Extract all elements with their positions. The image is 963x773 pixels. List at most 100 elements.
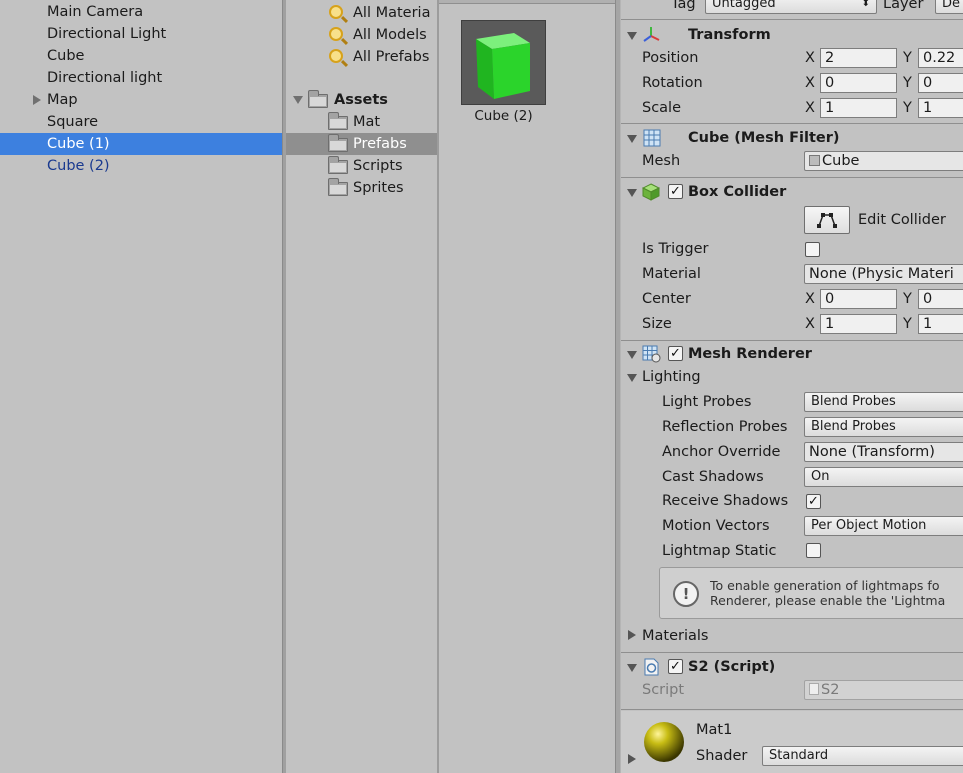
material-name: Mat1 <box>696 722 733 738</box>
folder-label: Assets <box>334 92 388 108</box>
lighting-label: Lighting <box>642 369 701 385</box>
rotation-label: Rotation <box>642 75 703 91</box>
lightmap-static-checkbox[interactable] <box>806 543 821 558</box>
folder-sprites[interactable]: Sprites <box>286 177 437 199</box>
folder-icon <box>328 156 348 174</box>
box-collider-enabled-checkbox[interactable]: ✓ <box>668 184 683 199</box>
hierarchy-item-label: Cube (2) <box>47 158 110 174</box>
center-label: Center <box>642 291 691 307</box>
mesh-field[interactable]: Cube <box>804 151 963 171</box>
folder-prefabs[interactable]: Prefabs <box>286 133 437 155</box>
script-file-icon <box>809 683 819 695</box>
collider-material-field[interactable]: None (Physic Materi <box>804 264 963 284</box>
expand-arrow-icon[interactable] <box>628 754 636 764</box>
mesh-renderer-enabled-checkbox[interactable]: ✓ <box>668 346 683 361</box>
layer-label: Layer <box>883 0 924 12</box>
grid-toolbar-edge <box>439 0 615 4</box>
script-label: Script <box>642 682 685 698</box>
cube-prefab-icon <box>476 33 530 99</box>
hierarchy-item-directional-light-2[interactable]: Directional light <box>0 67 282 89</box>
favorite-all-materials[interactable]: All Materia <box>286 2 437 24</box>
center-y-input[interactable]: 0 <box>918 289 963 309</box>
size-x-input[interactable]: 1 <box>820 314 897 334</box>
edit-collider-button[interactable] <box>804 206 850 234</box>
info-text-line1: To enable generation of lightmaps fo <box>710 578 940 593</box>
script-field: S2 <box>804 680 963 700</box>
position-y-input[interactable]: 0.22 <box>918 48 963 68</box>
foldout-arrow-icon[interactable] <box>627 32 637 40</box>
motion-vectors-label: Motion Vectors <box>662 518 770 534</box>
favorite-all-prefabs[interactable]: All Prefabs <box>286 46 437 68</box>
expand-arrow-icon[interactable] <box>33 95 41 105</box>
collapse-arrow-icon[interactable] <box>293 96 303 104</box>
receive-shadows-checkbox[interactable]: ✓ <box>806 494 821 509</box>
tag-value: Untagged <box>712 0 776 11</box>
tag-dropdown[interactable]: Untagged ⬍ <box>705 0 877 14</box>
size-y-input[interactable]: 1 <box>918 314 963 334</box>
rotation-y-input[interactable]: 0 <box>918 73 963 93</box>
hierarchy-item-directional-light[interactable]: Directional Light <box>0 23 282 45</box>
folder-icon <box>328 112 348 130</box>
folder-mat[interactable]: Mat <box>286 111 437 133</box>
size-label: Size <box>642 316 672 332</box>
scale-y-input[interactable]: 1 <box>918 98 963 118</box>
favorite-all-models[interactable]: All Models <box>286 24 437 46</box>
hierarchy-item-cube-1[interactable]: Cube (1) <box>0 133 282 155</box>
project-tree-panel: All Materia All Models All Prefabs Asset… <box>286 0 437 773</box>
material-preview <box>644 722 684 762</box>
hierarchy-item-cube[interactable]: Cube <box>0 45 282 67</box>
cast-shadows-label: Cast Shadows <box>662 469 764 485</box>
hierarchy-item-cube-2[interactable]: Cube (2) <box>0 155 282 177</box>
y-axis-label: Y <box>903 50 912 66</box>
light-probes-dropdown[interactable]: Blend Probes <box>804 392 963 412</box>
motion-vectors-dropdown[interactable]: Per Object Motion <box>804 516 963 536</box>
lightmap-static-label: Lightmap Static <box>662 543 777 559</box>
foldout-arrow-icon[interactable] <box>627 664 637 672</box>
receive-shadows-label: Receive Shadows <box>662 493 789 509</box>
shader-dropdown[interactable]: Standard <box>762 746 963 766</box>
mesh-filter-icon <box>643 129 661 147</box>
prefab-label: Cube (2) <box>474 108 533 124</box>
rotation-x-input[interactable]: 0 <box>820 73 897 93</box>
light-probes-label: Light Probes <box>662 394 752 410</box>
foldout-arrow-icon[interactable] <box>627 189 637 197</box>
layer-dropdown[interactable]: De <box>935 0 963 14</box>
script-enabled-checkbox[interactable]: ✓ <box>668 659 683 674</box>
hierarchy-item-map[interactable]: Map <box>0 89 282 111</box>
project-grid-panel: Cube (2) <box>439 0 615 773</box>
box-collider-icon <box>642 183 660 201</box>
inspector-panel: Tag Untagged ⬍ Layer De Transform Positi… <box>621 0 963 773</box>
scale-x-input[interactable]: 1 <box>820 98 897 118</box>
expand-arrow-icon[interactable] <box>628 630 636 640</box>
mesh-icon <box>809 155 820 166</box>
assets-folder[interactable]: Assets <box>286 89 437 111</box>
section-separator <box>621 340 963 341</box>
foldout-arrow-icon[interactable] <box>627 351 637 359</box>
anchor-override-field[interactable]: None (Transform) <box>804 442 963 462</box>
shader-label: Shader <box>696 748 748 764</box>
hierarchy-item-main-camera[interactable]: Main Camera <box>0 1 282 23</box>
y-axis-label: Y <box>903 100 912 116</box>
hierarchy-item-label: Cube <box>47 48 85 64</box>
hierarchy-item-label: Main Camera <box>47 4 144 20</box>
reflection-probes-dropdown[interactable]: Blend Probes <box>804 417 963 437</box>
search-icon <box>329 5 343 19</box>
center-x-input[interactable]: 0 <box>820 289 897 309</box>
hierarchy-item-square[interactable]: Square <box>0 111 282 133</box>
folder-icon <box>328 178 348 196</box>
is-trigger-checkbox[interactable] <box>805 242 820 257</box>
is-trigger-label: Is Trigger <box>642 241 709 257</box>
search-icon <box>329 49 343 63</box>
foldout-arrow-icon[interactable] <box>627 374 637 382</box>
edit-collider-label: Edit Collider <box>858 212 946 228</box>
x-axis-label: X <box>805 316 815 332</box>
position-x-input[interactable]: 2 <box>820 48 897 68</box>
folder-scripts[interactable]: Scripts <box>286 155 437 177</box>
prefab-thumbnail[interactable] <box>461 20 546 105</box>
mesh-value: Cube <box>822 153 860 169</box>
mesh-filter-title: Cube (Mesh Filter) <box>688 130 840 146</box>
foldout-arrow-icon[interactable] <box>627 135 637 143</box>
cast-shadows-dropdown[interactable]: On <box>804 467 963 487</box>
y-axis-label: Y <box>903 75 912 91</box>
collider-material-label: Material <box>642 266 701 282</box>
